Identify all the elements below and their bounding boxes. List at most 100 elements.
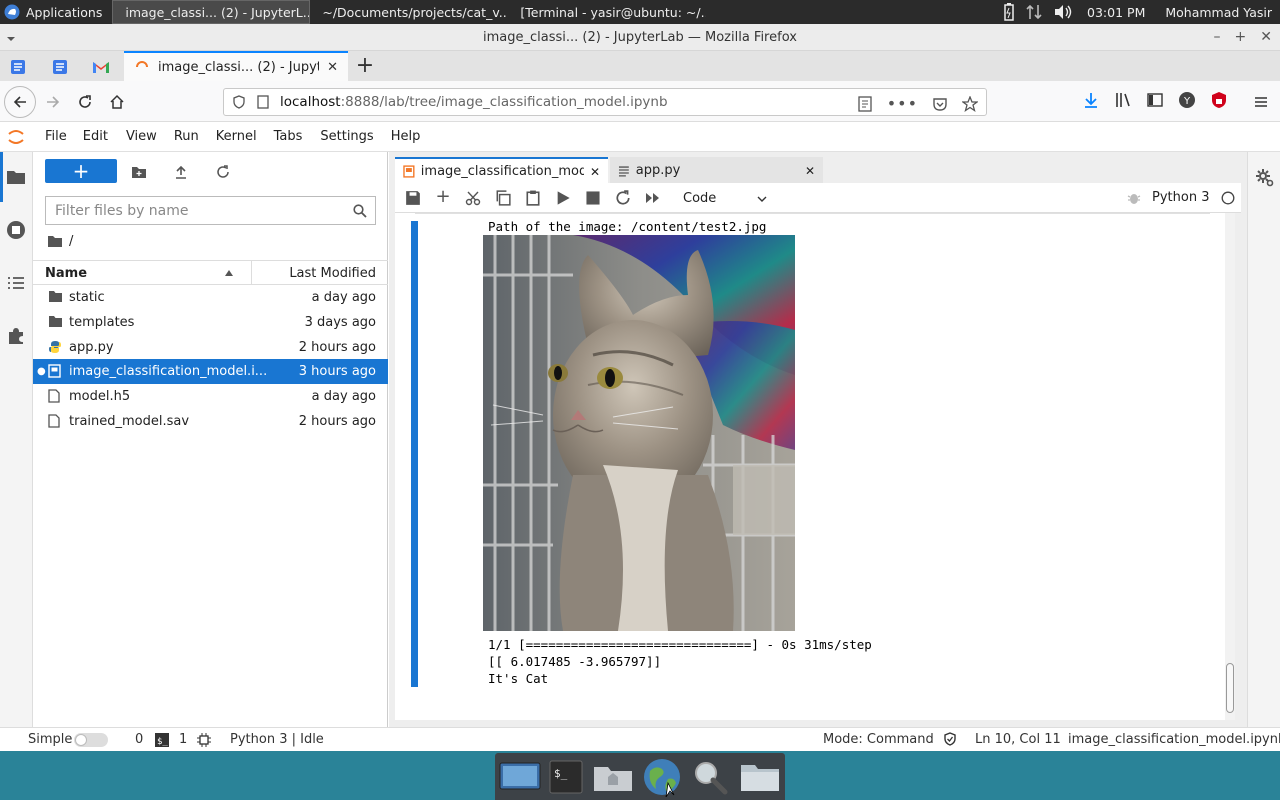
breadcrumb-root[interactable]: / xyxy=(69,234,73,249)
pinned-tab-gmail[interactable] xyxy=(85,55,117,79)
upload-icon[interactable] xyxy=(174,165,188,179)
stop-icon[interactable] xyxy=(585,190,601,206)
user-name[interactable]: Mohammad Yasir xyxy=(1165,5,1272,20)
menu-help[interactable]: Help xyxy=(391,129,433,144)
clock[interactable]: 03:01 PM xyxy=(1087,5,1145,20)
file-manager-icon[interactable] xyxy=(592,761,634,793)
cell-type-dropdown[interactable]: Code xyxy=(677,188,773,209)
file-name: templates xyxy=(69,315,135,330)
menu-edit[interactable]: Edit xyxy=(83,129,126,144)
kernel-status[interactable]: Python 3 | Idle xyxy=(230,732,324,747)
terminal-launcher-icon[interactable]: $_ xyxy=(549,760,583,794)
menu-view[interactable]: View xyxy=(126,129,174,144)
volume-icon[interactable] xyxy=(1053,3,1073,21)
app-finder-search-icon[interactable] xyxy=(690,759,730,795)
new-launcher-button[interactable]: + xyxy=(45,159,117,183)
tab-notebook[interactable]: image_classification_model.i ✕ xyxy=(395,157,608,184)
window-menu-icon[interactable] xyxy=(6,34,16,44)
cut-icon[interactable] xyxy=(465,190,481,206)
new-folder-icon[interactable] xyxy=(131,165,147,179)
file-row[interactable]: app.py 2 hours ago xyxy=(33,335,388,360)
tab-app-py[interactable]: app.py ✕ xyxy=(610,157,823,184)
menu-tabs[interactable]: Tabs xyxy=(274,129,321,144)
show-desktop-icon[interactable] xyxy=(499,761,541,793)
file-row-selected[interactable]: ● image_classification_model.i... 3 hour… xyxy=(33,359,388,384)
active-cell-indicator[interactable] xyxy=(411,221,418,687)
taskbar-item-firefox[interactable]: image_classi... (2) - JupyterL... xyxy=(112,0,311,24)
property-inspector-gear-icon[interactable] xyxy=(1255,168,1275,188)
save-icon[interactable] xyxy=(405,190,421,206)
extension-manager-tab[interactable] xyxy=(5,325,27,347)
pocket-icon[interactable] xyxy=(932,96,948,112)
url-bar[interactable]: localhost:8888/lab/tree/image_classifica… xyxy=(223,88,987,116)
reload-button[interactable] xyxy=(74,91,96,113)
copy-icon[interactable] xyxy=(495,190,511,206)
applications-menu[interactable]: Applications xyxy=(0,0,108,24)
file-row[interactable]: trained_model.sav 2 hours ago xyxy=(33,409,388,434)
new-tab-button[interactable]: + xyxy=(354,54,376,78)
battery-icon[interactable] xyxy=(1003,3,1015,21)
close-tab-icon[interactable]: ✕ xyxy=(805,164,815,178)
pinned-tab-docs-1[interactable] xyxy=(2,55,34,79)
downloads-icon[interactable] xyxy=(1082,91,1100,109)
library-icon[interactable] xyxy=(1114,91,1132,109)
notebook-scrollbar[interactable] xyxy=(1225,213,1235,720)
file-row[interactable]: templates 3 days ago xyxy=(33,310,388,335)
menu-file[interactable]: File xyxy=(45,129,83,144)
sidebar-icon[interactable] xyxy=(1146,91,1164,109)
ublock-icon[interactable] xyxy=(1210,91,1228,109)
debugger-bug-icon[interactable] xyxy=(1127,191,1141,205)
table-of-contents-tab[interactable] xyxy=(5,272,27,294)
run-icon[interactable] xyxy=(555,190,571,206)
column-name[interactable]: Name xyxy=(45,266,87,281)
minimize-button[interactable]: – xyxy=(1214,24,1221,51)
browser-tab-jupyterlab[interactable]: image_classi... (2) - JupyterLab ✕ xyxy=(124,51,348,81)
file-row[interactable]: model.h5 a day ago xyxy=(33,384,388,409)
profile-extension-icon[interactable]: Y xyxy=(1178,91,1196,109)
file-name: static xyxy=(69,290,105,305)
web-browser-icon[interactable] xyxy=(642,757,682,797)
pinned-tab-docs-2[interactable] xyxy=(44,55,76,79)
menu-run[interactable]: Run xyxy=(174,129,216,144)
home-button[interactable] xyxy=(106,91,128,113)
reader-view-icon[interactable] xyxy=(857,95,873,112)
refresh-icon[interactable] xyxy=(216,165,230,179)
column-last-modified[interactable]: Last Modified xyxy=(289,266,376,281)
browser-menu-button[interactable] xyxy=(1250,91,1272,113)
trusted-shield-icon[interactable] xyxy=(943,732,957,746)
restart-kernel-icon[interactable] xyxy=(615,190,631,206)
tab-label: app.py xyxy=(635,163,681,178)
page-info-icon[interactable] xyxy=(256,95,270,109)
folder-launcher-icon[interactable] xyxy=(739,761,781,793)
simple-mode-toggle[interactable] xyxy=(74,733,108,747)
scrollbar-thumb[interactable] xyxy=(1226,663,1234,713)
page-actions-icon[interactable]: ••• xyxy=(887,94,918,113)
taskbar-item-terminal[interactable]: [Terminal - yasir@ubuntu: ~/... xyxy=(508,0,706,24)
menu-kernel[interactable]: Kernel xyxy=(216,129,274,144)
url-path: :8888/lab/tree/image_classification_mode… xyxy=(340,94,668,110)
bookmark-star-icon[interactable] xyxy=(962,95,978,112)
paste-icon[interactable] xyxy=(525,190,541,206)
notebook-content[interactable]: Path of the image: /content/test2.jpg 1/… xyxy=(395,213,1232,720)
close-tab-icon[interactable]: ✕ xyxy=(590,165,600,179)
close-window-button[interactable]: ✕ xyxy=(1260,24,1272,51)
cursor-position[interactable]: Ln 10, Col 11 xyxy=(975,732,1061,747)
maximize-button[interactable]: + xyxy=(1235,24,1247,51)
back-button[interactable] xyxy=(4,86,36,118)
restart-run-all-icon[interactable] xyxy=(645,190,661,206)
close-tab-button[interactable]: ✕ xyxy=(327,60,338,75)
shield-icon[interactable] xyxy=(232,95,246,109)
running-sessions-tab[interactable] xyxy=(5,219,27,241)
kernel-count[interactable]: 1 xyxy=(179,732,187,747)
folder-icon[interactable] xyxy=(47,235,63,248)
network-icon[interactable] xyxy=(1025,3,1043,21)
terminal-count[interactable]: 0 xyxy=(135,732,143,747)
file-browser-tab[interactable] xyxy=(5,166,27,188)
file-row[interactable]: static a day ago xyxy=(33,285,388,310)
forward-button[interactable] xyxy=(42,91,64,113)
kernel-name[interactable]: Python 3 xyxy=(1152,190,1209,205)
insert-cell-button[interactable]: + xyxy=(435,186,451,207)
filter-files-input[interactable]: Filter files by name xyxy=(45,196,376,225)
taskbar-item-editor[interactable]: ~/Documents/projects/cat_v... xyxy=(310,0,508,24)
menu-settings[interactable]: Settings xyxy=(320,129,390,144)
